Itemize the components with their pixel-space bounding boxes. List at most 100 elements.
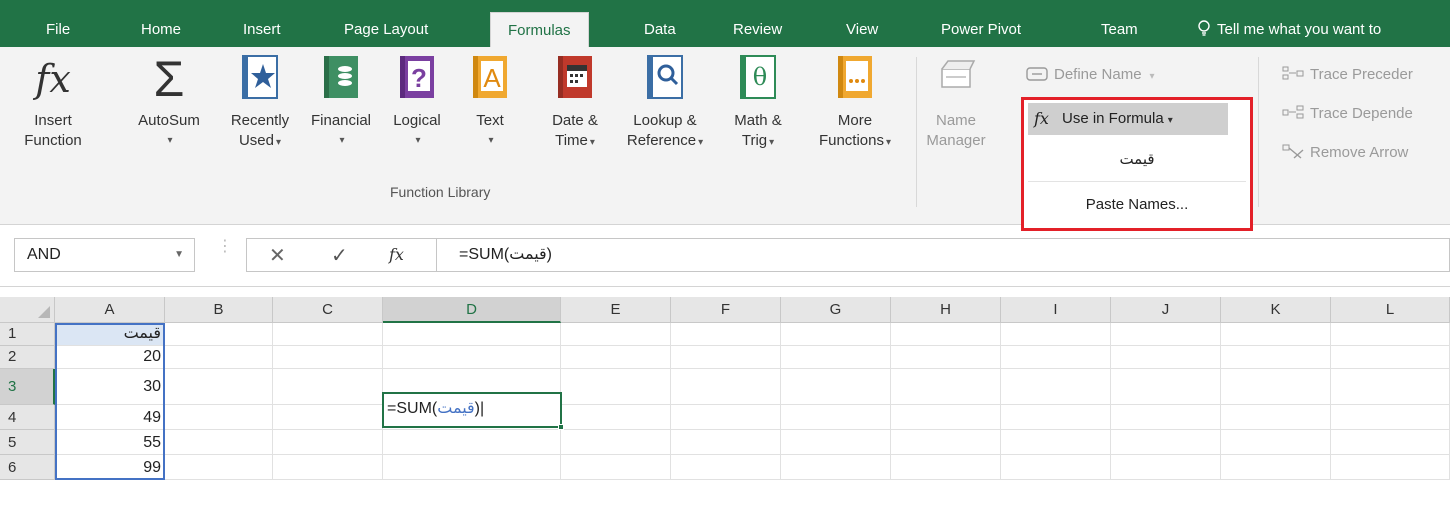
column-header-h[interactable]: H [891, 297, 1001, 323]
empty-cell[interactable] [1331, 430, 1450, 455]
empty-cell[interactable] [383, 323, 561, 346]
empty-cell[interactable] [891, 346, 1001, 369]
empty-cell[interactable] [273, 430, 383, 455]
row-header[interactable]: 4 [0, 405, 55, 430]
empty-cell[interactable] [891, 455, 1001, 480]
tell-me-box[interactable]: Tell me what you want to [1197, 0, 1381, 47]
empty-cell[interactable] [1331, 455, 1450, 480]
empty-cell[interactable] [273, 369, 383, 405]
use-in-formula-button[interactable]: fx Use in Formula ▾ [1028, 103, 1228, 135]
empty-cell[interactable] [891, 369, 1001, 405]
empty-cell[interactable] [1221, 346, 1331, 369]
column-header-g[interactable]: G [781, 297, 891, 323]
row-header[interactable]: 3 [0, 369, 55, 405]
empty-cell[interactable] [891, 405, 1001, 430]
empty-cell[interactable] [561, 430, 671, 455]
empty-cell[interactable] [671, 455, 781, 480]
empty-cell[interactable] [165, 346, 273, 369]
recently-used-button[interactable]: Recently Used ▾ [220, 55, 300, 153]
empty-cell[interactable] [1111, 405, 1221, 430]
empty-cell[interactable] [165, 369, 273, 405]
cell-a3[interactable]: 30 [55, 369, 165, 405]
empty-cell[interactable] [1111, 455, 1221, 480]
empty-cell[interactable] [561, 323, 671, 346]
empty-cell[interactable] [273, 346, 383, 369]
text-button[interactable]: A Text ▾ [462, 55, 518, 151]
tab-file[interactable]: File [46, 0, 70, 47]
empty-cell[interactable] [1221, 323, 1331, 346]
name-manager-button[interactable]: Name Manager [924, 55, 988, 151]
empty-cell[interactable] [561, 346, 671, 369]
empty-cell[interactable] [165, 455, 273, 480]
column-header-k[interactable]: K [1221, 297, 1331, 323]
cell-a4[interactable]: 49 [55, 405, 165, 430]
tab-page-layout[interactable]: Page Layout [344, 0, 428, 47]
financial-button[interactable]: Financial ▾ [304, 55, 378, 151]
empty-cell[interactable] [1331, 323, 1450, 346]
empty-cell[interactable] [273, 323, 383, 346]
column-header-l[interactable]: L [1331, 297, 1450, 323]
empty-cell[interactable] [561, 405, 671, 430]
empty-cell[interactable] [1221, 455, 1331, 480]
empty-cell[interactable] [1001, 430, 1111, 455]
row-header[interactable]: 2 [0, 346, 55, 369]
empty-cell[interactable] [671, 346, 781, 369]
insert-function-button[interactable]: fx Insert Function [14, 55, 92, 151]
date-time-button[interactable]: Date & Time ▾ [536, 55, 614, 153]
define-name-button[interactable]: Define Name ▾ [1026, 66, 1155, 83]
tab-review[interactable]: Review [733, 0, 782, 47]
empty-cell[interactable] [273, 405, 383, 430]
remove-arrows-button[interactable]: Remove Arrow [1282, 144, 1408, 161]
math-trig-button[interactable]: θ Math & Trig ▾ [720, 55, 796, 153]
tab-insert[interactable]: Insert [243, 0, 281, 47]
empty-cell[interactable] [781, 405, 891, 430]
tab-view[interactable]: View [846, 0, 878, 47]
trace-dependents-button[interactable]: Trace Depende [1282, 105, 1413, 122]
tab-team[interactable]: Team [1101, 0, 1138, 47]
empty-cell[interactable] [1001, 346, 1111, 369]
column-header-c[interactable]: C [273, 297, 383, 323]
empty-cell[interactable] [1111, 323, 1221, 346]
column-header-b[interactable]: B [165, 297, 273, 323]
empty-cell[interactable] [1001, 405, 1111, 430]
empty-cell[interactable] [561, 455, 671, 480]
column-header-a[interactable]: A [55, 297, 165, 323]
cell-a5[interactable]: 55 [55, 430, 165, 455]
row-header[interactable]: 5 [0, 430, 55, 455]
column-header-e[interactable]: E [561, 297, 671, 323]
empty-cell[interactable] [671, 323, 781, 346]
empty-cell[interactable] [1221, 369, 1331, 405]
chevron-down-icon[interactable]: ▼ [174, 239, 184, 271]
empty-cell[interactable] [671, 369, 781, 405]
lookup-reference-button[interactable]: Lookup & Reference ▾ [616, 55, 714, 153]
empty-cell[interactable] [781, 455, 891, 480]
empty-cell[interactable] [891, 430, 1001, 455]
logical-button[interactable]: ? Logical ▾ [382, 55, 452, 151]
formula-bar-grip[interactable]: ⋮ [217, 239, 233, 255]
column-header-j[interactable]: J [1111, 297, 1221, 323]
trace-precedents-button[interactable]: Trace Preceder [1282, 66, 1413, 83]
empty-cell[interactable] [383, 346, 561, 369]
empty-cell[interactable] [1331, 369, 1450, 405]
empty-cell[interactable] [383, 455, 561, 480]
column-header-d[interactable]: D [383, 297, 561, 323]
fx-icon[interactable]: fx [389, 245, 404, 264]
column-header-i[interactable]: I [1001, 297, 1111, 323]
cancel-icon[interactable]: ✕ [269, 243, 286, 268]
empty-cell[interactable] [781, 430, 891, 455]
cell-a1[interactable]: قيمت [55, 323, 165, 346]
empty-cell[interactable] [1111, 430, 1221, 455]
cell-a6[interactable]: 99 [55, 455, 165, 480]
empty-cell[interactable] [671, 430, 781, 455]
empty-cell[interactable] [1001, 455, 1111, 480]
enter-check-icon[interactable]: ✓ [331, 243, 348, 268]
empty-cell[interactable] [781, 323, 891, 346]
column-header-f[interactable]: F [671, 297, 781, 323]
empty-cell[interactable] [781, 369, 891, 405]
empty-cell[interactable] [1221, 405, 1331, 430]
active-cell-d3[interactable]: =SUM(قيمت)| [382, 392, 564, 430]
name-box[interactable]: AND ▼ [14, 238, 195, 272]
empty-cell[interactable] [561, 369, 671, 405]
empty-cell[interactable] [1001, 323, 1111, 346]
autosum-button[interactable]: Σ AutoSum ▾ [120, 54, 218, 151]
